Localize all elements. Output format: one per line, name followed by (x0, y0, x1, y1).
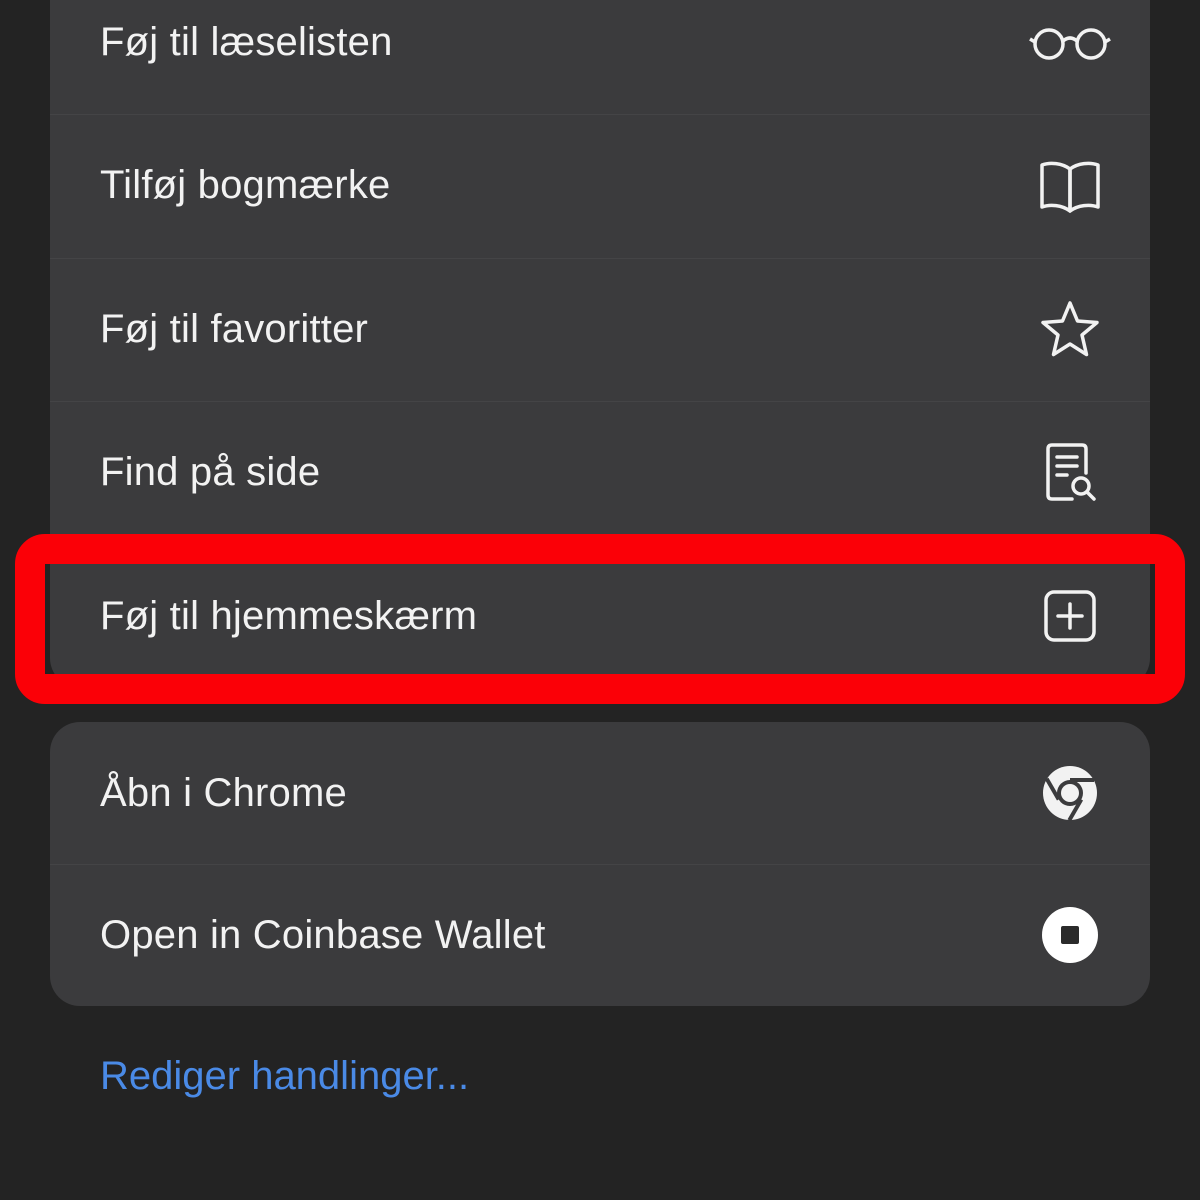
actions-menu: Føj til læselisten Tilføj bogmærke Føj t… (50, 0, 1150, 688)
star-icon (1028, 297, 1112, 361)
coinbase-icon (1028, 903, 1112, 967)
menu-item-reading-list[interactable]: Føj til læselisten (50, 0, 1150, 114)
menu-item-open-in-coinbase-wallet[interactable]: Open in Coinbase Wallet (50, 864, 1150, 1006)
menu-item-label: Tilføj bogmærke (100, 163, 391, 208)
add-square-icon (1028, 584, 1112, 648)
menu-item-label: Føj til hjemmeskærm (100, 593, 478, 638)
menu-item-label: Open in Coinbase Wallet (100, 912, 546, 957)
menu-item-bookmark[interactable]: Tilføj bogmærke (50, 114, 1150, 258)
app-extensions-menu: Åbn i Chrome Open in Coinbase Wallet (50, 722, 1150, 1006)
menu-item-open-in-chrome[interactable]: Åbn i Chrome (50, 722, 1150, 864)
menu-item-label: Føj til favoritter (100, 306, 369, 351)
find-in-page-icon (1028, 441, 1112, 505)
menu-item-favorites[interactable]: Føj til favoritter (50, 257, 1150, 402)
chrome-icon (1028, 761, 1112, 825)
edit-actions-link[interactable]: Rediger handlinger... (100, 1054, 469, 1099)
menu-item-label: Åbn i Chrome (100, 770, 347, 815)
menu-item-label: Føj til læselisten (100, 19, 393, 64)
menu-item-add-to-home-screen[interactable]: Føj til hjemmeskærm (50, 544, 1150, 689)
share-sheet: Føj til læselisten Tilføj bogmærke Føj t… (0, 0, 1200, 1200)
menu-item-label: Find på side (100, 450, 321, 495)
menu-item-find-on-page[interactable]: Find på side (50, 401, 1150, 545)
glasses-icon (1028, 10, 1112, 74)
open-book-icon (1028, 154, 1112, 218)
